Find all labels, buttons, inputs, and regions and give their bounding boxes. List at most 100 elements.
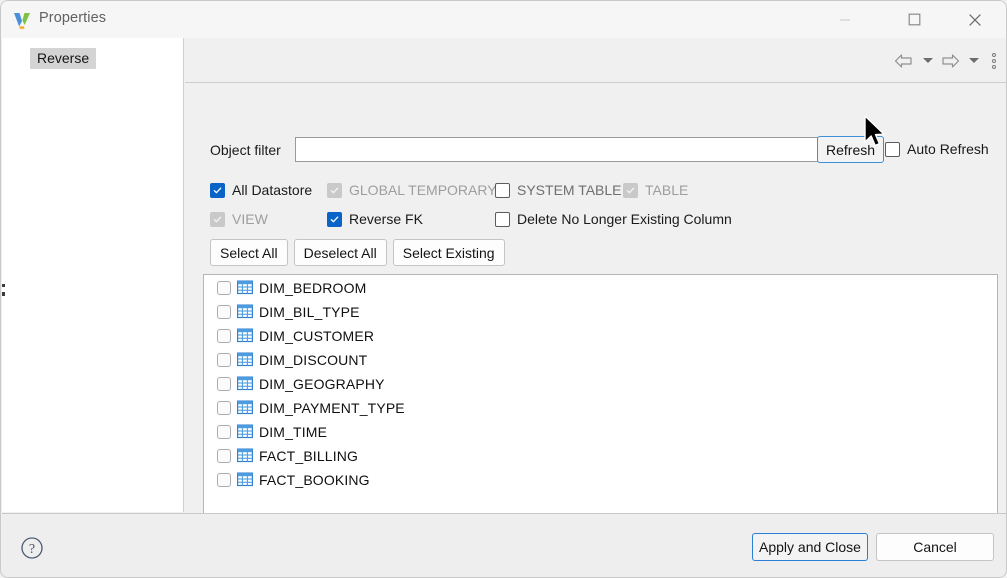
object-filter-row: Object filter Refresh Auto Refresh — [185, 137, 1007, 165]
checkbox-label: Delete No Longer Existing Column — [517, 211, 732, 227]
selection-button-group: Select All Deselect All Select Existing — [210, 239, 505, 266]
table-icon — [237, 328, 253, 343]
checkbox-view: VIEW — [210, 211, 268, 227]
list-item-label: DIM_GEOGRAPHY — [259, 376, 385, 392]
list-item-label: DIM_PAYMENT_TYPE — [259, 400, 405, 416]
back-history-dropdown[interactable] — [919, 38, 937, 83]
v-logo-icon — [12, 10, 32, 30]
title-bar: Properties — [1, 1, 1006, 38]
checkbox-box — [885, 142, 900, 157]
reverse-settings-panel: Object filter Refresh Auto Refresh All D… — [185, 38, 1007, 512]
list-item-label: FACT_BOOKING — [259, 472, 370, 488]
list-item-checkbox[interactable] — [217, 377, 231, 391]
list-item-label: DIM_CUSTOMER — [259, 328, 374, 344]
list-item-checkbox[interactable] — [217, 449, 231, 463]
dialog-footer: ? Apply and Close Cancel — [2, 513, 1006, 577]
checkbox-box — [327, 212, 342, 227]
list-item-label: DIM_TIME — [259, 424, 327, 440]
checkbox-system-table[interactable]: SYSTEM TABLE — [495, 182, 622, 198]
list-item-label: DIM_BIL_TYPE — [259, 304, 360, 320]
panel-toolbar — [185, 38, 1007, 83]
close-button[interactable] — [952, 1, 998, 38]
list-item[interactable]: DIM_DISCOUNT — [204, 348, 997, 371]
apply-and-close-button[interactable]: Apply and Close — [752, 533, 868, 561]
minimize-button[interactable] — [822, 1, 868, 38]
list-item-label: FACT_BILLING — [259, 448, 358, 464]
list-item[interactable]: DIM_BEDROOM — [204, 276, 997, 299]
maximize-button[interactable] — [891, 1, 937, 38]
checkbox-box — [495, 183, 510, 198]
list-item[interactable]: DIM_GEOGRAPHY — [204, 372, 997, 395]
chevron-down-icon — [969, 58, 979, 63]
deselect-all-button[interactable]: Deselect All — [294, 239, 387, 266]
back-arrow-icon — [894, 54, 913, 68]
auto-refresh-checkbox[interactable]: Auto Refresh — [885, 141, 989, 157]
checkbox-box — [623, 183, 638, 198]
checkbox-label: TABLE — [645, 182, 688, 198]
list-item-checkbox[interactable] — [217, 425, 231, 439]
checkbox-all-datastore[interactable]: All Datastore — [210, 182, 312, 198]
checkbox-box — [210, 183, 225, 198]
maximize-icon — [908, 13, 921, 26]
table-icon — [237, 400, 253, 415]
object-filter-label: Object filter — [210, 142, 281, 158]
table-icon — [237, 352, 253, 367]
checkbox-reverse-fk[interactable]: Reverse FK — [327, 211, 423, 227]
object-list[interactable]: DIM_BEDROOM DIM_BIL_TYPE DIM_CUSTOMER DIM_D… — [203, 274, 998, 517]
list-item[interactable]: FACT_BILLING — [204, 444, 997, 467]
chevron-down-icon — [923, 58, 933, 63]
back-button[interactable] — [892, 38, 914, 83]
list-item-checkbox[interactable] — [217, 329, 231, 343]
settings-tree-panel: Reverse — [2, 38, 184, 512]
close-icon — [968, 13, 982, 27]
auto-refresh-label: Auto Refresh — [907, 141, 989, 157]
forward-arrow-icon — [941, 54, 960, 68]
table-icon — [237, 376, 253, 391]
list-item[interactable]: DIM_TIME — [204, 420, 997, 443]
list-item-label: DIM_DISCOUNT — [259, 352, 367, 368]
list-item-checkbox[interactable] — [217, 281, 231, 295]
checkbox-global-temporary: GLOBAL TEMPORARY — [327, 182, 497, 198]
window-title: Properties — [39, 10, 106, 26]
checkbox-box — [210, 212, 225, 227]
forward-history-dropdown[interactable] — [965, 38, 983, 83]
list-item[interactable]: FACT_BOOKING — [204, 468, 997, 491]
cancel-button[interactable]: Cancel — [876, 533, 994, 561]
checkbox-table: TABLE — [623, 182, 688, 198]
checkbox-box — [327, 183, 342, 198]
list-item[interactable]: DIM_CUSTOMER — [204, 324, 997, 347]
checkbox-box — [495, 212, 510, 227]
checkbox-label: SYSTEM TABLE — [517, 182, 622, 198]
list-item-checkbox[interactable] — [217, 353, 231, 367]
view-menu-button[interactable] — [985, 38, 1003, 83]
checkbox-label: VIEW — [232, 211, 268, 227]
svg-text:?: ? — [29, 542, 35, 557]
list-item[interactable]: DIM_BIL_TYPE — [204, 300, 997, 323]
help-button[interactable]: ? — [20, 536, 44, 560]
object-filter-input[interactable] — [295, 137, 822, 162]
checkbox-label: All Datastore — [232, 182, 312, 198]
edge-artifact — [2, 284, 5, 287]
checkbox-delete-no-longer-existing-column[interactable]: Delete No Longer Existing Column — [495, 211, 732, 227]
properties-dialog: Properties Reverse — [0, 0, 1007, 578]
table-icon — [237, 280, 253, 295]
checkbox-label: GLOBAL TEMPORARY — [349, 182, 497, 198]
list-item-checkbox[interactable] — [217, 305, 231, 319]
help-icon: ? — [20, 536, 44, 560]
refresh-button[interactable]: Refresh — [817, 136, 884, 163]
list-item-checkbox[interactable] — [217, 473, 231, 487]
list-item-checkbox[interactable] — [217, 401, 231, 415]
edge-artifact-2 — [2, 292, 5, 296]
list-item[interactable]: DIM_PAYMENT_TYPE — [204, 396, 997, 419]
sidebar-item-reverse[interactable]: Reverse — [30, 48, 96, 69]
table-icon — [237, 304, 253, 319]
sidebar-item-label: Reverse — [37, 50, 89, 66]
view-menu-icon — [992, 53, 996, 69]
list-item-label: DIM_BEDROOM — [259, 280, 366, 296]
checkbox-label: Reverse FK — [349, 211, 423, 227]
select-existing-button[interactable]: Select Existing — [393, 239, 505, 266]
forward-button[interactable] — [939, 38, 961, 83]
select-all-button[interactable]: Select All — [210, 239, 288, 266]
table-icon — [237, 472, 253, 487]
minimize-icon — [839, 14, 851, 26]
